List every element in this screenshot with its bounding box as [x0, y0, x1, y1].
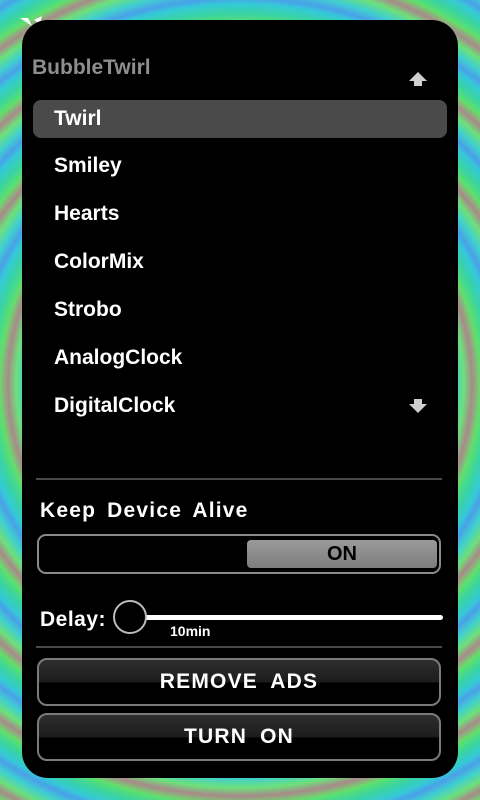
delay-slider-value: 10min: [170, 623, 211, 639]
scroll-down-icon[interactable]: [408, 397, 428, 415]
keep-device-alive-toggle[interactable]: ON: [37, 534, 441, 574]
list-item-strobo[interactable]: Strobo: [33, 291, 447, 329]
scroll-up-icon[interactable]: [408, 70, 428, 88]
list-header-title: BubbleTwirl: [32, 56, 151, 79]
remove-ads-button[interactable]: REMOVE ADS: [37, 658, 441, 706]
delay-slider-thumb[interactable]: [113, 600, 147, 634]
keep-device-alive-label: Keep Device Alive: [40, 499, 249, 522]
list-item-analogclock[interactable]: AnalogClock: [33, 339, 447, 377]
list-item-digitalclock[interactable]: DigitalClock: [33, 387, 447, 425]
list-item-colormix[interactable]: ColorMix: [33, 243, 447, 281]
list-item-smiley[interactable]: Smiley: [33, 147, 447, 185]
toggle-on-indicator: ON: [247, 540, 437, 568]
section-divider: [36, 646, 442, 648]
list-item-hearts[interactable]: Hearts: [33, 195, 447, 233]
list-item-twirl[interactable]: Twirl: [33, 100, 447, 138]
turn-on-button[interactable]: TURN ON: [37, 713, 441, 761]
section-divider: [36, 478, 442, 480]
delay-label: Delay:: [40, 608, 107, 631]
delay-slider-track[interactable]: [138, 615, 443, 620]
